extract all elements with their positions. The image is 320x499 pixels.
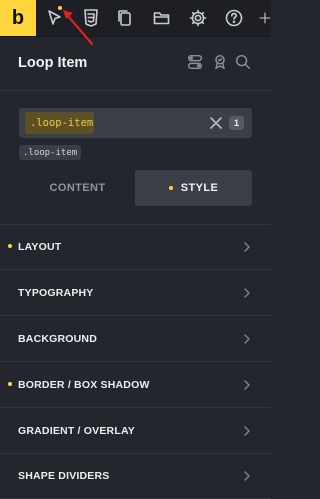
chevron-right-icon [241, 286, 253, 300]
logo-letter: b [11, 6, 25, 29]
section-border-box-shadow[interactable]: BORDER / BOX SHADOW [0, 362, 271, 408]
app-logo[interactable]: b [0, 0, 36, 36]
chevron-right-icon [241, 240, 253, 254]
clear-icon[interactable] [208, 115, 224, 131]
help-icon[interactable] [222, 6, 246, 30]
section-label: SHAPE DIVIDERS [18, 470, 110, 482]
badge-icon[interactable] [211, 53, 231, 73]
section-label: BORDER / BOX SHADOW [18, 379, 150, 391]
chevron-right-icon [241, 378, 253, 392]
modified-dot [8, 244, 12, 248]
folder-icon[interactable] [150, 6, 174, 30]
chevron-right-icon [241, 424, 253, 438]
top-toolbar: b [0, 0, 271, 37]
search-icon[interactable] [234, 53, 254, 73]
chevron-right-icon [241, 469, 253, 483]
tab-style-dot [168, 186, 173, 190]
section-label: GRADIENT / OVERLAY [18, 425, 135, 437]
gear-icon[interactable] [186, 6, 210, 30]
page-title: Loop Item [18, 55, 88, 71]
active-selector-tag: .loop-item [19, 145, 82, 160]
css-selector-input[interactable]: .loop-item 1 [19, 108, 252, 138]
active-indicator-dot [58, 6, 62, 10]
tab-content[interactable]: CONTENT [19, 170, 136, 206]
section-label: LAYOUT [18, 241, 62, 253]
section-background[interactable]: BACKGROUND [0, 316, 271, 362]
tab-content-label: CONTENT [49, 182, 106, 194]
chevron-right-icon [241, 332, 253, 346]
panel-header: Loop Item [0, 36, 271, 90]
plus-icon[interactable] [258, 6, 272, 30]
cursor-icon[interactable] [43, 6, 67, 30]
section-label: BACKGROUND [18, 333, 97, 345]
class-chip[interactable]: .loop-item [25, 112, 94, 134]
copy-icon[interactable] [113, 6, 137, 30]
tab-style[interactable]: STYLE [135, 170, 252, 206]
modified-dot [8, 382, 12, 386]
header-divider [0, 90, 271, 91]
css3-icon[interactable] [79, 6, 103, 30]
tab-style-label: STYLE [180, 182, 219, 194]
section-gradient-overlay[interactable]: GRADIENT / OVERLAY [0, 408, 271, 454]
section-shape-dividers[interactable]: SHAPE DIVIDERS [0, 453, 271, 499]
section-layout[interactable]: LAYOUT [0, 224, 271, 270]
section-label: TYPOGRAPHY [18, 287, 94, 299]
toggle-icon[interactable] [186, 53, 206, 73]
selector-count-badge: 1 [229, 116, 244, 130]
section-typography[interactable]: TYPOGRAPHY [0, 270, 271, 316]
